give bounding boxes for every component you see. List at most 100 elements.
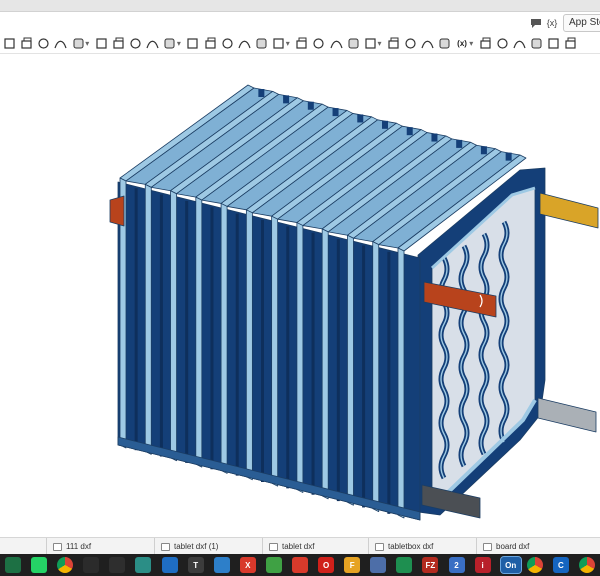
tool-dropdown-chevron-icon[interactable]: ▾ xyxy=(376,38,383,48)
fin-gap-notch xyxy=(456,139,463,148)
variable-icon[interactable]: {x} xyxy=(544,15,560,31)
bend-tool[interactable] xyxy=(529,36,544,51)
fin-gap-shadow xyxy=(210,207,214,470)
fillet-tool[interactable] xyxy=(128,36,143,51)
file-icon xyxy=(269,542,278,551)
add-feature-tool[interactable] xyxy=(563,36,578,51)
filezilla-icon[interactable]: FZ xyxy=(422,557,439,573)
browser-top-strip xyxy=(0,0,600,12)
graphics-viewport[interactable] xyxy=(0,55,600,537)
document-tab[interactable]: tabletbox dxf xyxy=(368,538,476,555)
tool-dropdown-chevron-icon[interactable]: ▾ xyxy=(468,38,475,48)
edge-icon[interactable] xyxy=(161,557,178,573)
text-app-icon[interactable]: T xyxy=(187,557,204,573)
chamfer-tool[interactable] xyxy=(145,36,160,51)
fin-gap-notch xyxy=(283,95,290,104)
boolean-tool[interactable] xyxy=(254,36,269,51)
front-fin-edge xyxy=(195,196,203,468)
image-app-icon[interactable] xyxy=(370,557,387,573)
fin-gap-shadow xyxy=(261,220,264,482)
document-tab[interactable]: tablet dxf xyxy=(262,538,368,555)
linear-pattern-tool[interactable] xyxy=(220,36,235,51)
feature-toolbar: ▾ ▾ ▾ ▾ (x) ▾ xyxy=(0,34,600,54)
revolve-tool[interactable] xyxy=(36,36,51,51)
red-app-icon[interactable]: X xyxy=(239,557,256,573)
fin-gap-shadow xyxy=(159,194,163,457)
document-tab-bar: 111 dxf tablet dxf (1) tablet dxf tabletbox… xyxy=(0,537,600,555)
transform-tool[interactable] xyxy=(294,36,309,51)
opera-icon[interactable]: O xyxy=(318,557,335,573)
fin-gap-shadow xyxy=(185,200,189,463)
front-fin-edge xyxy=(245,209,253,481)
onshape-icon[interactable]: On xyxy=(499,556,522,574)
fin-gap-notch xyxy=(406,127,413,136)
f-app-icon[interactable]: F xyxy=(344,557,361,573)
enclose-tool[interactable] xyxy=(111,36,126,51)
green-leaf-icon[interactable] xyxy=(265,557,282,573)
tool-dropdown-chevron-icon[interactable]: ▾ xyxy=(84,38,91,48)
sheets-icon[interactable] xyxy=(396,557,413,573)
document-tab[interactable]: board dxf xyxy=(476,538,600,555)
move-face-tool[interactable] xyxy=(346,36,361,51)
media-icon[interactable] xyxy=(135,557,152,573)
sketchup-icon[interactable] xyxy=(292,557,308,573)
photo-app-icon[interactable] xyxy=(213,557,230,573)
plane-tool[interactable] xyxy=(403,36,418,51)
tab-label: tablet dxf (1) xyxy=(174,542,219,551)
fin-gap-notch xyxy=(505,152,512,161)
hole-tool[interactable] xyxy=(203,36,218,51)
whatsapp-icon[interactable] xyxy=(31,557,48,573)
c-app-icon[interactable]: C xyxy=(552,557,569,573)
delete-part-tool[interactable] xyxy=(311,36,326,51)
file-icon xyxy=(483,542,492,551)
left-orange-tab xyxy=(109,195,125,227)
section-view-tool[interactable] xyxy=(495,36,510,51)
tool-dropdown-chevron-icon[interactable]: ▾ xyxy=(284,38,291,48)
thicken-tool[interactable] xyxy=(94,36,109,51)
excel-icon[interactable] xyxy=(5,557,22,573)
front-fin-edge xyxy=(170,190,177,462)
arrow-app-icon[interactable] xyxy=(109,557,126,573)
fin-gap-notch xyxy=(357,114,364,123)
audio-icon[interactable] xyxy=(83,557,100,573)
front-fin-edge xyxy=(347,234,354,506)
variable-icon-label: {x} xyxy=(546,18,558,28)
fin-gap-notch xyxy=(307,101,314,110)
fin-gap-shadow xyxy=(336,239,340,502)
extrude-tool[interactable] xyxy=(19,36,34,51)
fin-gap-notch xyxy=(332,108,339,117)
finned-enclosure-3d-model[interactable] xyxy=(0,55,600,537)
drive-icon[interactable] xyxy=(526,557,543,573)
mirror-tool[interactable] xyxy=(237,36,252,51)
front-fin-edge xyxy=(372,241,380,513)
os-taskbar: T X O F FZ 2 i On C xyxy=(0,554,600,576)
front-fin-edge xyxy=(144,183,152,455)
chrome-icon[interactable] xyxy=(57,557,74,573)
comment-icon[interactable] xyxy=(528,15,544,31)
front-fin-edge xyxy=(271,215,279,487)
modify-fillet-tool[interactable] xyxy=(329,36,344,51)
offset-surface-tool[interactable] xyxy=(386,36,401,51)
front-fin-edge xyxy=(220,203,228,474)
app-store-button[interactable]: App Store xyxy=(563,14,600,32)
helix-tool[interactable] xyxy=(437,36,452,51)
tab-label: board dxf xyxy=(496,542,530,551)
fin-gap-notch xyxy=(480,146,487,155)
fin-gap-shadow xyxy=(286,226,290,489)
tab-label: tablet dxf xyxy=(282,542,315,551)
document-tab[interactable]: 111 dxf xyxy=(46,538,154,555)
chrome-icon-2[interactable] xyxy=(578,557,595,573)
tab-label: tabletbox dxf xyxy=(388,542,434,551)
shell-tool[interactable] xyxy=(185,36,200,51)
info-app-icon[interactable]: i xyxy=(474,557,491,573)
tool-dropdown-chevron-icon[interactable]: ▾ xyxy=(175,38,182,48)
measure-tool[interactable] xyxy=(478,36,493,51)
mate-connector-tool[interactable] xyxy=(420,36,435,51)
fin-gap-notch xyxy=(382,120,388,129)
wrap-tool[interactable] xyxy=(512,36,527,51)
custom-feature-tool[interactable] xyxy=(546,36,561,51)
two-app-icon[interactable]: 2 xyxy=(448,557,465,573)
document-tab[interactable]: tablet dxf (1) xyxy=(154,538,262,555)
sketch-tool[interactable] xyxy=(2,36,17,51)
sweep-tool[interactable] xyxy=(53,36,68,51)
